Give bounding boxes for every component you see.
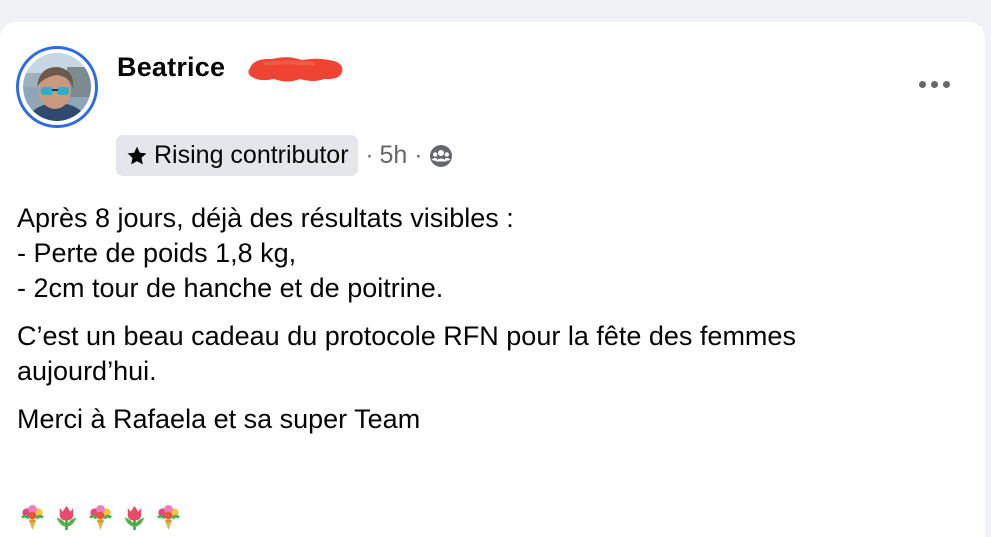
bouquet-icon xyxy=(21,504,44,531)
meta-separator: · xyxy=(414,141,423,169)
post-text-line: - 2cm tour de hanche et de poitrine. xyxy=(17,273,444,303)
emoji-row xyxy=(19,504,182,531)
post-text-line: - Perte de poids 1,8 kg, xyxy=(17,238,297,268)
post-text-line: Merci à Rafaela et sa super Team xyxy=(17,404,421,434)
badge-label: Rising contributor xyxy=(154,141,349,169)
post-body: Après 8 jours, déjà des résultats visibl… xyxy=(17,201,967,437)
bouquet-icon xyxy=(157,504,180,531)
avatar[interactable] xyxy=(16,46,98,128)
author-name[interactable]: Beatrice xyxy=(117,52,225,83)
tulip-icon xyxy=(124,505,145,531)
meta-separator: · xyxy=(365,141,374,169)
post-meta: Rising contributor · 5h · xyxy=(116,135,453,176)
bouquet-icon xyxy=(89,504,112,531)
redaction-mark xyxy=(248,57,343,82)
star-icon xyxy=(127,146,147,164)
more-options-icon xyxy=(918,80,950,88)
tulip-icon xyxy=(56,505,77,531)
avatar-photo xyxy=(23,53,91,121)
post-timestamp[interactable]: 5h xyxy=(380,141,408,170)
page: Beatrice Rising contributor · 5h · Après… xyxy=(0,0,991,537)
post-card: Beatrice Rising contributor · 5h · Après… xyxy=(0,22,985,537)
more-options-button[interactable] xyxy=(908,70,960,98)
group-icon[interactable] xyxy=(429,144,453,168)
post-text-line: Après 8 jours, déjà des résultats visibl… xyxy=(17,203,514,233)
post-text-line: C’est un beau cadeau du protocole RFN po… xyxy=(17,321,796,351)
post-text-line: aujourd’hui. xyxy=(17,356,157,386)
rising-contributor-badge[interactable]: Rising contributor xyxy=(116,135,358,176)
